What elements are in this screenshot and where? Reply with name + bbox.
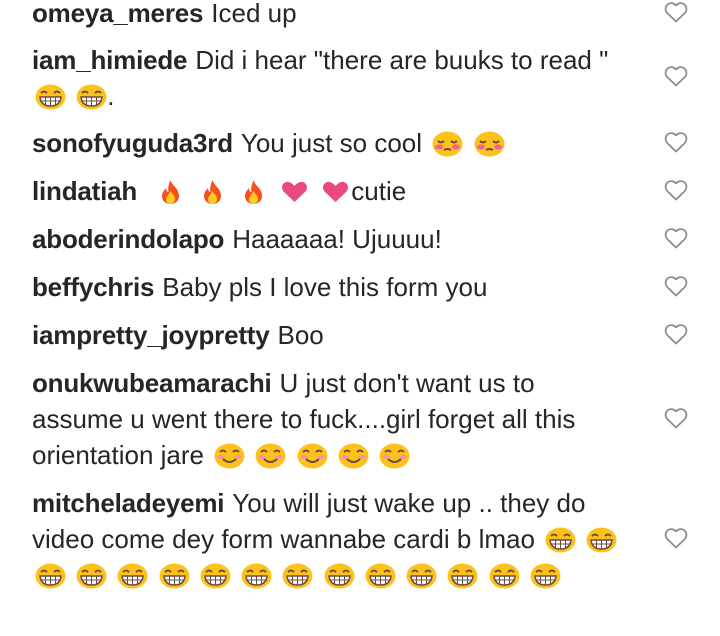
comment-username[interactable]: aboderindolapo: [32, 224, 224, 254]
comment-text: Baby pls I love this form you: [162, 272, 488, 302]
laughing-face-emoji: [447, 563, 478, 589]
comment-item: omeya_meres Iced up: [32, 0, 632, 31]
blushing-face-emoji: [432, 131, 463, 157]
laughing-face-emoji: [76, 84, 107, 110]
fire-emoji: [238, 179, 269, 205]
smiling-face-emoji: [214, 443, 245, 469]
smiling-face-emoji: [255, 443, 286, 469]
comment-item: beffychris Baby pls I love this form you: [32, 269, 632, 305]
heart-icon[interactable]: [664, 179, 688, 201]
comment-item: onukwubeamarachi U just don't want us to …: [32, 365, 632, 473]
pink-heart-emoji: [279, 179, 310, 205]
laughing-face-emoji: [530, 563, 561, 589]
comment-item: sonofyuguda3rd You just so cool: [32, 125, 632, 161]
laughing-face-emoji: [545, 527, 576, 553]
comment-username[interactable]: lindatiah: [32, 176, 137, 206]
comment-text: Haaaaaa! Ujuuuu!: [232, 224, 442, 254]
comment-suffix: .: [107, 81, 115, 111]
pink-heart-emoji: [320, 179, 351, 205]
laughing-face-emoji: [35, 84, 66, 110]
laughing-face-emoji: [324, 563, 355, 589]
heart-icon[interactable]: [664, 1, 688, 23]
heart-icon[interactable]: [664, 65, 688, 87]
comment-item: mitcheladeyemi You will just wake up .. t…: [32, 485, 632, 593]
comment-username[interactable]: sonofyuguda3rd: [32, 128, 233, 158]
comment-username[interactable]: iampretty_joypretty: [32, 320, 270, 350]
smiling-face-emoji: [379, 443, 410, 469]
comment-username[interactable]: onukwubeamarachi: [32, 368, 272, 398]
comment-item: iam_himiede Did i hear "there are buuks t…: [32, 42, 632, 114]
laughing-face-emoji: [76, 563, 107, 589]
heart-icon[interactable]: [664, 131, 688, 153]
comment-username[interactable]: beffychris: [32, 272, 154, 302]
comment-username[interactable]: mitcheladeyemi: [32, 488, 224, 518]
laughing-face-emoji: [406, 563, 437, 589]
fire-emoji: [197, 179, 228, 205]
laughing-face-emoji: [282, 563, 313, 589]
heart-icon[interactable]: [664, 227, 688, 249]
smiling-face-emoji: [338, 443, 369, 469]
heart-icon[interactable]: [664, 527, 688, 549]
smiling-face-emoji: [297, 443, 328, 469]
heart-icon[interactable]: [664, 407, 688, 429]
heart-icon[interactable]: [664, 275, 688, 297]
laughing-face-emoji: [35, 563, 66, 589]
laughing-face-emoji: [117, 563, 148, 589]
comment-item: lindatiah cutie: [32, 173, 632, 209]
laughing-face-emoji: [159, 563, 190, 589]
blushing-face-emoji: [474, 131, 505, 157]
comment-item: iampretty_joypretty Boo: [32, 317, 632, 353]
comment-suffix: cutie: [351, 176, 407, 206]
comment-text: You just so cool: [240, 128, 423, 158]
comment-text: Boo: [277, 320, 324, 350]
fire-emoji: [155, 179, 186, 205]
laughing-face-emoji: [586, 527, 617, 553]
comment-username[interactable]: iam_himiede: [32, 45, 188, 75]
laughing-face-emoji: [365, 563, 396, 589]
comment-username[interactable]: omeya_meres: [32, 0, 203, 28]
comment-item: aboderindolapo Haaaaaa! Ujuuuu!: [32, 221, 632, 257]
comment-list: omeya_meres Iced up iam_himiede Did i hear…: [0, 0, 720, 636]
comment-text: Iced up: [211, 0, 297, 28]
laughing-face-emoji: [200, 563, 231, 589]
comment-text: Did i hear "there are buuks to read ": [195, 45, 609, 75]
laughing-face-emoji: [241, 563, 272, 589]
heart-icon[interactable]: [664, 323, 688, 345]
laughing-face-emoji: [489, 563, 520, 589]
